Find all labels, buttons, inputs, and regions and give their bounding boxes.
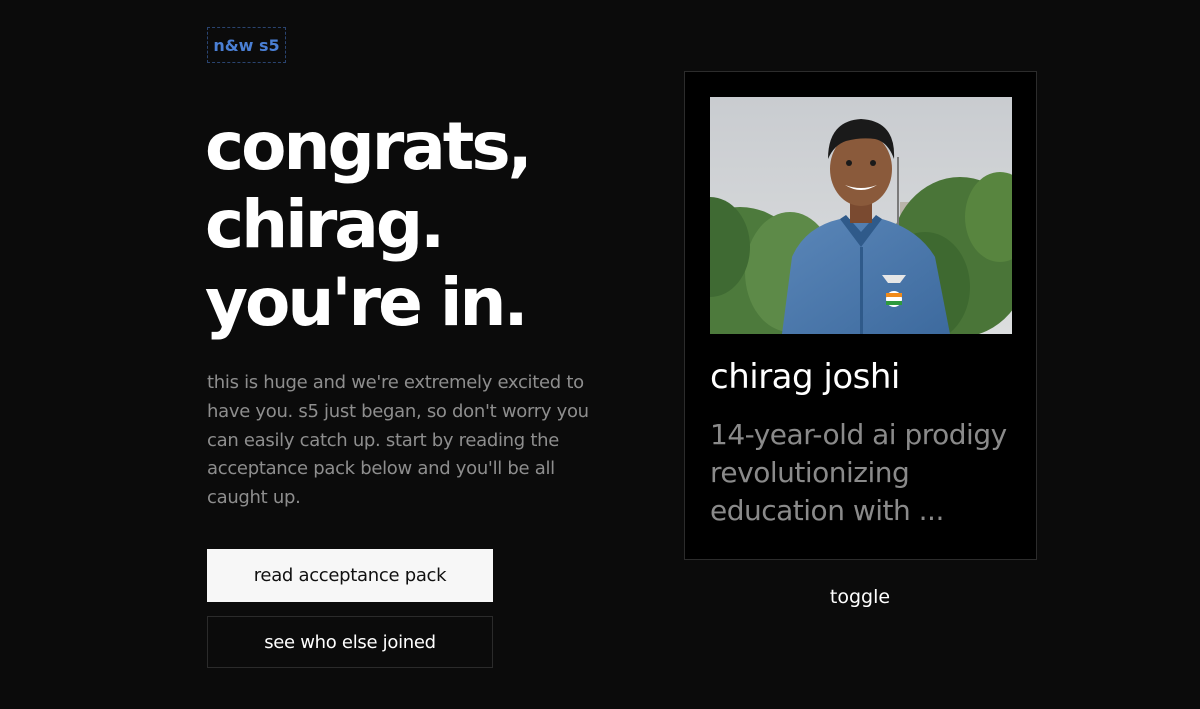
headline-line-3: you're in. xyxy=(205,264,529,341)
profile-photo xyxy=(710,97,1012,334)
headline-line-2: chirag. xyxy=(205,186,445,263)
card-description: 14-year-old ai prodigy revolutionizing e… xyxy=(710,418,1007,527)
profile-card: chirag joshi 14-year-old ai prodigy revo… xyxy=(684,71,1037,560)
read-acceptance-pack-button[interactable]: read acceptance pack xyxy=(207,549,493,602)
headline-line-1: congrats, xyxy=(205,108,533,185)
season-tag: n&w s5 xyxy=(207,27,286,63)
see-who-else-joined-button[interactable]: see who else joined xyxy=(207,616,493,668)
card-name: chirag joshi xyxy=(710,357,900,397)
welcome-message: this is huge and we're extremely excited… xyxy=(207,372,589,509)
headline: congrats, chirag. you're in. xyxy=(205,108,533,342)
page: n&w s5 congrats, chirag. you're in. this… xyxy=(0,0,1200,709)
toggle-button[interactable]: toggle xyxy=(800,586,920,608)
